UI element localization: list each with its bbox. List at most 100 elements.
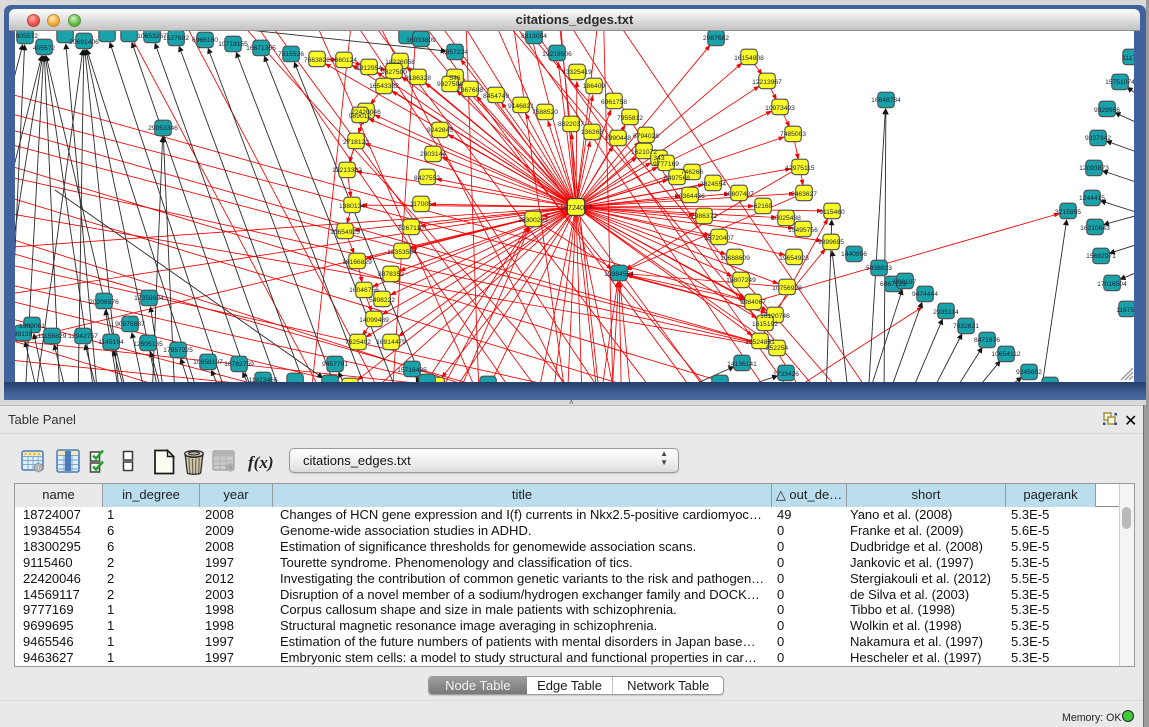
svg-text:20364436: 20364436 [675, 193, 705, 200]
svg-text:90975887: 90975887 [115, 321, 145, 328]
svg-text:7588520: 7588520 [532, 109, 558, 116]
svg-text:5938923: 5938923 [866, 265, 892, 272]
svg-text:10719155: 10719155 [218, 41, 248, 48]
svg-text:15751074: 15751074 [1105, 79, 1134, 86]
svg-text:6966160: 6966160 [192, 37, 218, 44]
svg-text:10654925: 10654925 [330, 229, 360, 236]
svg-text:2803144: 2803144 [420, 151, 446, 158]
svg-text:12213967: 12213967 [752, 79, 782, 86]
svg-text:10688609: 10688609 [720, 255, 750, 262]
svg-text:2718120: 2718120 [343, 139, 369, 146]
svg-text:117005: 117005 [410, 201, 432, 208]
svg-text:18724007: 18724007 [560, 203, 592, 212]
svg-text:186409: 186409 [583, 83, 606, 90]
svg-text:8267110: 8267110 [398, 225, 424, 232]
svg-text:7485003: 7485003 [780, 131, 806, 138]
svg-text:16120746: 16120746 [760, 313, 790, 320]
svg-text:11156829: 11156829 [38, 333, 67, 340]
svg-text:9457791: 9457791 [322, 361, 348, 368]
svg-text:136263: 136263 [581, 129, 604, 136]
svg-text:989012: 989012 [349, 113, 372, 120]
svg-text:6497568: 6497568 [664, 175, 690, 182]
svg-text:7625402: 7625402 [345, 339, 371, 346]
svg-text:17359924: 17359924 [134, 295, 164, 302]
svg-text:19166829: 19166829 [342, 259, 372, 266]
svg-text:16782759: 16782759 [224, 361, 254, 368]
svg-text:6794028: 6794028 [633, 133, 659, 140]
svg-text:1380134: 1380134 [339, 203, 365, 210]
svg-text:8878352: 8878352 [378, 271, 404, 278]
svg-text:11923466: 11923466 [248, 377, 278, 382]
svg-text:405572: 405572 [33, 45, 56, 52]
svg-text:15692971: 15692971 [1086, 253, 1116, 260]
svg-text:17016504: 17016504 [1097, 281, 1127, 288]
svg-text:9242845: 9242845 [427, 127, 453, 134]
svg-text:9146821: 9146821 [508, 103, 534, 110]
svg-text:29053346: 29053346 [148, 125, 178, 132]
svg-text:62160: 62160 [754, 203, 773, 210]
svg-text:8822037: 8822037 [558, 121, 584, 128]
svg-text:7515526: 7515526 [278, 51, 304, 58]
svg-text:16033809: 16033809 [406, 37, 436, 44]
svg-text:10958107: 10958107 [193, 359, 223, 366]
svg-text:9115460: 9115460 [819, 209, 845, 216]
svg-text:9899695: 9899695 [818, 239, 844, 246]
svg-text:14099489: 14099489 [359, 317, 389, 324]
svg-text:17957225: 17957225 [163, 347, 193, 354]
svg-text:12505135: 12505135 [133, 341, 163, 348]
svg-text:116753: 116753 [1116, 307, 1134, 314]
svg-text:9777169: 9777169 [653, 161, 679, 168]
svg-text:909197: 909197 [894, 279, 917, 286]
svg-text:19654923: 19654923 [779, 255, 809, 262]
svg-text:16046756: 16046756 [349, 287, 379, 294]
svg-text:6961758: 6961758 [601, 99, 627, 106]
svg-text:1527602: 1527602 [163, 35, 189, 42]
svg-text:16671355: 16671355 [246, 45, 276, 52]
svg-text:1733426: 1733426 [773, 371, 799, 378]
svg-text:16543382: 16543382 [369, 83, 399, 90]
svg-text:3824554: 3824554 [700, 181, 726, 188]
svg-text:7632621: 7632621 [953, 323, 979, 330]
svg-text:7663822: 7663822 [304, 57, 330, 64]
svg-text:7857224: 7857224 [442, 49, 468, 56]
svg-text:15495756: 15495756 [788, 227, 818, 234]
svg-text:16648784: 16648784 [871, 97, 901, 104]
svg-text:15300293: 15300293 [518, 217, 548, 224]
svg-text:39139: 39139 [15, 331, 33, 338]
svg-text:8454749: 8454749 [483, 93, 509, 100]
svg-text:10807487: 10807487 [724, 191, 754, 198]
svg-text:1145194: 1145194 [98, 339, 124, 346]
svg-text:8813054: 8813054 [521, 33, 547, 40]
svg-text:8186328: 8186328 [405, 75, 431, 82]
svg-text:19384554: 19384554 [604, 271, 634, 278]
svg-text:7986372: 7986372 [691, 213, 717, 220]
svg-text:2935114: 2935114 [933, 309, 959, 316]
svg-text:12353594: 12353594 [387, 249, 417, 256]
svg-text:12942757: 12942757 [68, 333, 98, 340]
svg-text:8912954: 8912954 [356, 65, 382, 72]
svg-text:13325419: 13325419 [562, 69, 592, 76]
svg-text:8990448: 8990448 [605, 135, 631, 142]
svg-text:10025438: 10025438 [771, 215, 801, 222]
svg-text:252254: 252254 [766, 345, 789, 352]
svg-text:12093873: 12093873 [1079, 165, 1109, 172]
svg-text:19218506: 19218506 [542, 51, 572, 58]
svg-text:14136141: 14136141 [727, 361, 757, 368]
svg-text:10973493: 10973493 [765, 105, 795, 112]
svg-text:1389061: 1389061 [19, 323, 45, 330]
svg-text:2087682: 2087682 [703, 35, 729, 42]
svg-text:15716485: 15716485 [397, 367, 427, 374]
svg-text:18226058: 18226058 [385, 59, 415, 66]
svg-text:1905572: 1905572 [15, 33, 38, 40]
svg-text:20206576: 20206576 [89, 299, 119, 306]
svg-text:9827500: 9827500 [381, 69, 407, 76]
svg-text:20691406: 20691406 [69, 39, 99, 46]
svg-text:10756928: 10756928 [772, 285, 802, 292]
svg-text:9463627: 9463627 [791, 191, 817, 198]
svg-text:8471676: 8471676 [974, 337, 1000, 344]
svg-text:8660124: 8660124 [331, 57, 357, 64]
svg-text:9474444: 9474444 [912, 291, 938, 298]
svg-text:15720407: 15720407 [704, 235, 734, 242]
svg-text:9329966: 9329966 [1094, 107, 1120, 114]
svg-text:8427552: 8427552 [414, 175, 440, 182]
